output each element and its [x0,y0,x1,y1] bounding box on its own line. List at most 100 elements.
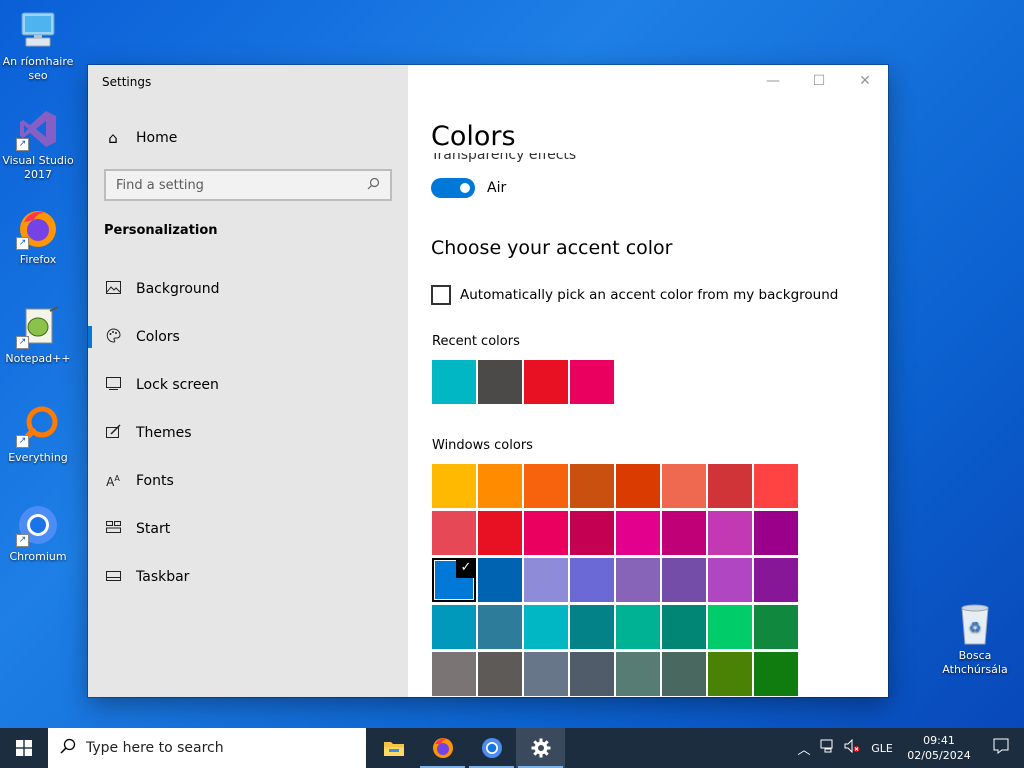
windows-color-swatch[interactable] [708,605,752,649]
windows-color-swatch[interactable] [570,558,614,602]
desktop-icon-notepad-plus-plus[interactable]: ↗ Notepad++ [0,305,76,366]
windows-color-swatch[interactable] [662,605,706,649]
windows-color-swatch[interactable] [478,558,522,602]
recent-color-swatch[interactable] [432,360,476,404]
taskbar-firefox[interactable] [418,728,467,768]
nav-item-label: Lock screen [136,377,219,393]
windows-color-swatch[interactable] [662,464,706,508]
auto-pick-checkbox[interactable] [431,285,451,305]
search-placeholder: Find a setting [116,177,204,193]
nav-item-lock-screen[interactable]: Lock screen [88,361,408,409]
taskbar-search-box[interactable]: Type here to search [48,728,366,768]
maximize-button[interactable]: ☐ [796,65,842,97]
windows-color-swatch[interactable] [616,558,660,602]
windows-color-swatch[interactable] [662,652,706,696]
nav-item-colors[interactable]: Colors [88,313,408,361]
chevron-up-icon[interactable]: ︿ [792,739,816,758]
taskbar-file-explorer[interactable] [369,728,418,768]
recycle-bin-icon: ♻ [953,602,997,646]
windows-color-swatch[interactable] [524,652,568,696]
desktop-icon-firefox[interactable]: ↗ Firefox [0,206,76,267]
windows-color-swatch[interactable] [432,652,476,696]
input-language[interactable]: GLE [864,742,900,755]
windows-color-swatch[interactable] [570,605,614,649]
windows-color-swatch[interactable] [708,464,752,508]
palette-icon [104,327,122,347]
nav-item-themes[interactable]: Themes [88,409,408,457]
transparency-toggle[interactable] [431,178,475,198]
windows-color-swatch[interactable] [616,511,660,555]
recent-color-swatch[interactable] [570,360,614,404]
clock[interactable]: 09:41 02/05/2024 [900,733,978,763]
nav-item-label: Colors [136,329,180,345]
desktop-icon-label: Visual Studio 2017 [2,154,74,181]
transparency-label-clipped: Transparency effects [431,153,731,165]
caption-buttons: — ☐ ✕ [750,65,888,97]
windows-color-swatch[interactable] [754,652,798,696]
recent-color-swatch[interactable] [478,360,522,404]
windows-color-swatch[interactable] [524,558,568,602]
desktop-icon-everything[interactable]: ↗ Everything [0,404,76,465]
recent-colors [432,360,614,404]
minimize-button[interactable]: — [750,65,796,97]
desktop-icon-chromium[interactable]: ↗ Chromium [0,503,76,564]
taskbar-chromium[interactable] [467,728,516,768]
windows-color-swatch[interactable] [570,652,614,696]
windows-color-swatch[interactable] [708,652,752,696]
windows-color-swatch[interactable] [524,511,568,555]
personalization-nav: Background Colors Lock screen Themes AA … [88,265,408,601]
start-button[interactable] [0,728,48,768]
windows-color-swatch[interactable] [478,464,522,508]
find-setting-search[interactable]: Find a setting [104,169,392,201]
windows-color-swatch[interactable] [708,558,752,602]
windows-color-swatch[interactable] [478,652,522,696]
windows-color-swatch[interactable] [478,605,522,649]
windows-color-swatch[interactable] [662,558,706,602]
settings-sidebar: Settings ⌂ Home Find a setting Personali… [88,65,408,697]
volume-muted-icon[interactable] [840,738,864,757]
nav-home[interactable]: ⌂ Home [104,127,177,149]
clock-date: 02/05/2024 [907,749,971,762]
windows-color-swatch[interactable]: ✓ [432,558,476,602]
windows-color-swatch[interactable] [524,605,568,649]
font-icon: AA [106,473,120,489]
windows-color-swatch[interactable] [754,511,798,555]
toggle-state-label: Air [487,180,507,196]
windows-color-swatch[interactable] [754,605,798,649]
windows-color-swatch[interactable] [432,464,476,508]
recent-color-swatch[interactable] [524,360,568,404]
windows-color-swatch[interactable] [478,511,522,555]
shortcut-arrow-icon: ↗ [16,534,29,547]
nav-item-taskbar[interactable]: Taskbar [88,553,408,601]
shortcut-arrow-icon: ↗ [16,435,29,448]
settings-window: Settings ⌂ Home Find a setting Personali… [88,65,888,697]
desktop-icon-recycle-bin[interactable]: ♻ Bosca Athchúrsála [937,602,1013,677]
network-icon[interactable] [816,739,840,757]
lock-screen-icon [104,376,122,394]
desktop-icon-visual-studio[interactable]: ↗ Visual Studio 2017 [0,107,76,182]
section-title: Personalization [104,223,218,238]
windows-color-swatch[interactable] [616,464,660,508]
search-icon [60,738,76,758]
nav-item-background[interactable]: Background [88,265,408,313]
desktop-icon-label: An ríomhaire seo [2,55,74,82]
nav-item-start[interactable]: Start [88,505,408,553]
windows-color-swatch[interactable] [754,558,798,602]
windows-color-swatch[interactable] [432,511,476,555]
windows-color-swatch[interactable] [524,464,568,508]
windows-color-swatch[interactable] [616,652,660,696]
desktop-icon-this-pc[interactable]: An ríomhaire seo [0,8,76,83]
taskbar-apps [369,728,565,768]
windows-color-swatch[interactable] [570,464,614,508]
notifications-icon[interactable] [978,738,1024,758]
windows-color-swatch[interactable] [708,511,752,555]
windows-color-swatch[interactable] [662,511,706,555]
close-button[interactable]: ✕ [842,65,888,97]
taskbar-settings[interactable] [516,728,565,768]
windows-color-swatch[interactable] [754,464,798,508]
home-icon: ⌂ [108,129,118,147]
windows-color-swatch[interactable] [616,605,660,649]
nav-item-fonts[interactable]: AA Fonts [88,457,408,505]
windows-color-swatch[interactable] [570,511,614,555]
windows-color-swatch[interactable] [432,605,476,649]
